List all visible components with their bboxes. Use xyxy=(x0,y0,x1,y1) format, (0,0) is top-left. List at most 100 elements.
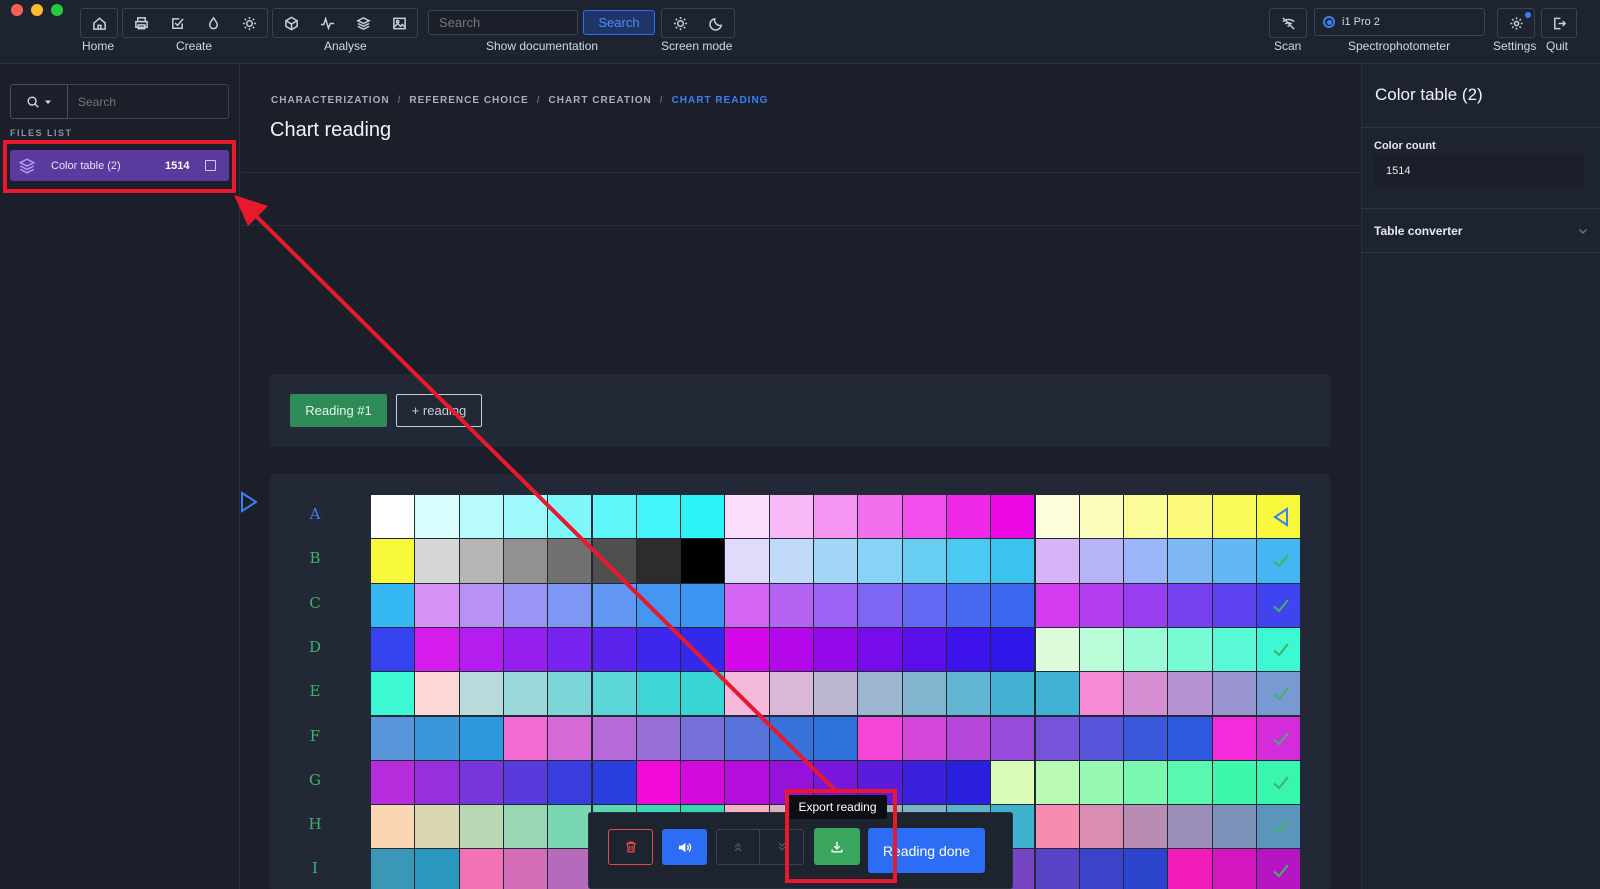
moon-icon xyxy=(708,17,722,31)
files-search-input[interactable] xyxy=(68,84,229,119)
documentation-search-input[interactable] xyxy=(428,10,578,35)
scan-group xyxy=(1269,8,1307,38)
color-patch xyxy=(503,583,548,627)
search-filter-dropdown[interactable] xyxy=(10,84,68,119)
pulse-button[interactable] xyxy=(309,9,345,37)
row-label-h[interactable]: H xyxy=(305,815,325,833)
color-patch xyxy=(503,805,548,849)
color-patch xyxy=(415,627,459,672)
chevrons-up-icon xyxy=(734,843,742,852)
table-converter-accordion[interactable]: Table converter xyxy=(1374,224,1462,238)
row-label-c[interactable]: C xyxy=(305,594,325,612)
add-reading-button[interactable]: + reading xyxy=(396,394,482,427)
breadcrumb-chart-creation[interactable]: CHART CREATION xyxy=(549,95,652,106)
color-patch xyxy=(1212,849,1256,889)
reading-done-button[interactable]: Reading done xyxy=(868,828,985,873)
breadcrumb-separator: / xyxy=(659,95,664,106)
color-patch xyxy=(1212,760,1256,805)
breadcrumb-chart-reading: CHART READING xyxy=(671,95,769,106)
minimize-window-button[interactable] xyxy=(31,4,43,16)
color-patch xyxy=(681,495,725,539)
reading-tab-1[interactable]: Reading #1 xyxy=(290,394,387,427)
export-reading-button[interactable] xyxy=(814,828,860,865)
row-label-f[interactable]: F xyxy=(305,727,325,745)
drop-button[interactable] xyxy=(195,9,231,37)
cube-button[interactable] xyxy=(273,9,309,37)
quit-button[interactable] xyxy=(1542,9,1576,37)
row-label-d[interactable]: D xyxy=(305,638,325,656)
color-patch xyxy=(548,627,592,672)
print-icon xyxy=(134,16,148,29)
color-patch xyxy=(1212,583,1256,627)
color-patch xyxy=(1124,805,1168,849)
image-button[interactable] xyxy=(381,9,417,37)
settings-button[interactable] xyxy=(1498,9,1534,37)
maximize-window-button[interactable] xyxy=(51,4,63,16)
file-select-checkbox[interactable] xyxy=(205,160,216,171)
color-patch xyxy=(991,672,1035,716)
color-count-label: Color count xyxy=(1374,140,1436,152)
color-patch xyxy=(503,849,548,889)
row-label-i[interactable]: I xyxy=(305,859,325,877)
color-patch xyxy=(1079,760,1124,805)
next-row-button[interactable] xyxy=(760,829,804,865)
chevrons-down-icon xyxy=(778,842,785,851)
color-patch xyxy=(991,627,1035,672)
color-patch xyxy=(769,672,813,716)
chevron-down-icon[interactable] xyxy=(1578,226,1588,236)
color-patch xyxy=(503,760,548,805)
cube-icon xyxy=(284,16,298,30)
color-patch xyxy=(548,849,592,889)
breadcrumb-reference-choice[interactable]: REFERENCE CHOICE xyxy=(409,95,528,106)
check-button[interactable] xyxy=(159,9,195,37)
color-patch xyxy=(814,716,858,760)
light-button[interactable] xyxy=(231,9,267,37)
main-content: CHARACTERIZATION / REFERENCE CHOICE / CH… xyxy=(241,64,1361,889)
color-patch xyxy=(769,539,813,583)
color-patch xyxy=(592,716,636,760)
color-patch xyxy=(858,495,902,539)
color-patch xyxy=(725,539,769,583)
check-square-icon xyxy=(171,17,184,29)
row-label-g[interactable]: G xyxy=(305,771,325,789)
row-done-check-icon xyxy=(1273,820,1289,834)
breadcrumb-characterization[interactable]: CHARACTERIZATION xyxy=(271,95,390,106)
color-patch xyxy=(415,760,459,805)
layers-button[interactable] xyxy=(345,9,381,37)
color-patch xyxy=(946,627,991,672)
spectrophotometer-select[interactable]: i1 Pro 2 xyxy=(1314,8,1485,36)
delete-reading-button[interactable] xyxy=(608,829,653,865)
color-patch xyxy=(946,672,991,716)
top-toolbar: Home Create Analyse Search Sh xyxy=(0,0,1600,64)
files-sidebar: FILES LIST Color table (2) 1514 xyxy=(0,64,240,889)
divider xyxy=(241,172,1361,173)
previous-row-button[interactable] xyxy=(716,829,760,865)
close-window-button[interactable] xyxy=(11,4,23,16)
light-mode-button[interactable] xyxy=(662,9,698,37)
home-button[interactable] xyxy=(81,9,117,37)
color-patch xyxy=(681,760,725,805)
settings-group xyxy=(1497,8,1535,38)
color-patch xyxy=(1212,805,1256,849)
file-item-color-table[interactable]: Color table (2) 1514 xyxy=(10,150,229,181)
row-label-b[interactable]: B xyxy=(305,549,325,567)
color-patch xyxy=(1035,716,1079,760)
settings-notification-dot xyxy=(1525,12,1531,18)
scan-button[interactable] xyxy=(1270,9,1306,37)
color-patch xyxy=(814,583,858,627)
print-button[interactable] xyxy=(123,9,159,37)
color-patch xyxy=(371,805,415,849)
color-patch xyxy=(636,495,681,539)
sound-toggle-button[interactable] xyxy=(662,829,707,865)
divider xyxy=(1362,252,1600,253)
documentation-search-button[interactable]: Search xyxy=(583,10,655,35)
quit-group xyxy=(1541,8,1577,38)
row-done-check-icon xyxy=(1273,864,1289,878)
color-patch xyxy=(814,539,858,583)
row-label-a[interactable]: A xyxy=(305,505,325,523)
row-label-e[interactable]: E xyxy=(305,682,325,700)
color-patch xyxy=(769,495,813,539)
color-patch xyxy=(1124,672,1168,716)
dark-mode-button[interactable] xyxy=(698,9,734,37)
pulse-icon xyxy=(320,15,334,30)
